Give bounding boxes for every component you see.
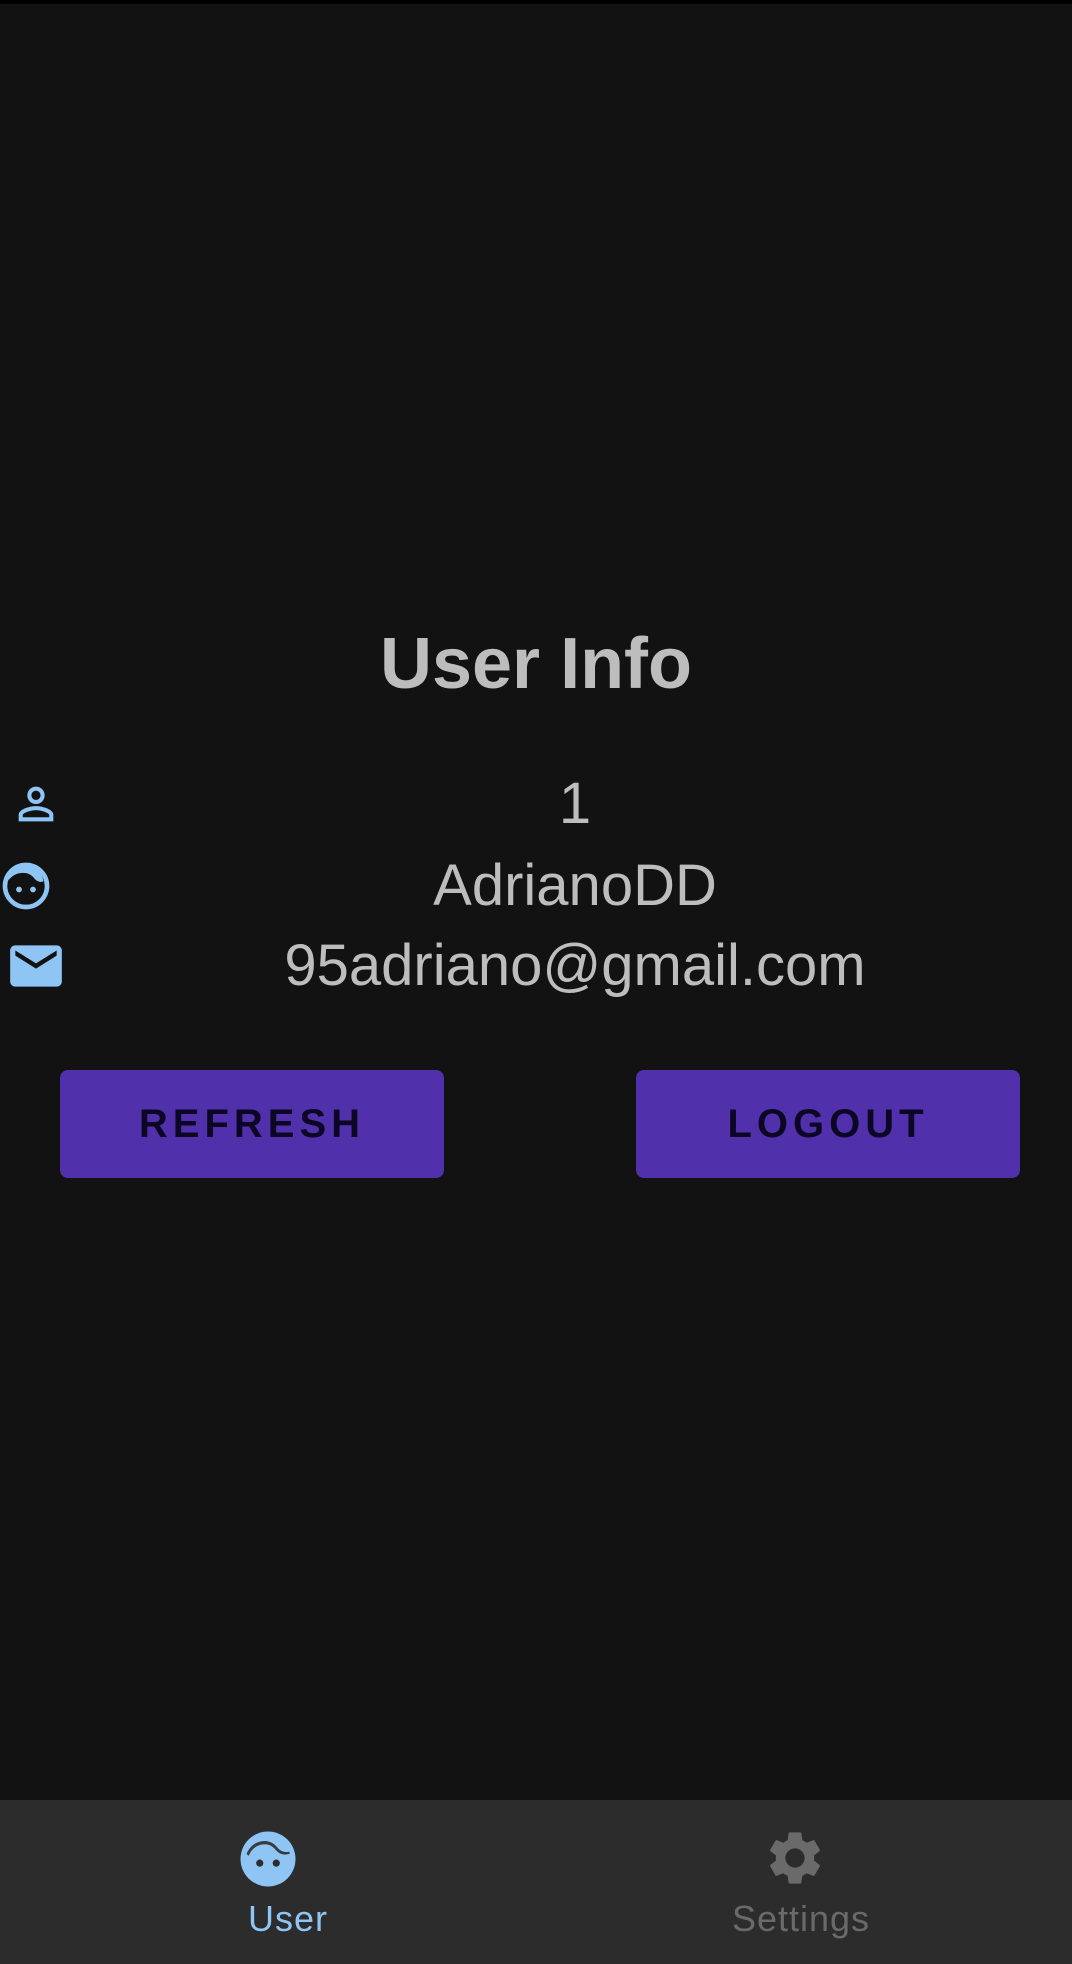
refresh-button[interactable]: REFRESH (60, 1070, 444, 1178)
email-icon (4, 934, 68, 998)
username-row: AdrianoDD (0, 846, 1072, 926)
user-id-value: 1 (558, 771, 592, 836)
email-value: 95adriano@gmail.com (284, 933, 866, 998)
bottom-navigation: User Settings (0, 1800, 1072, 1964)
face-icon (0, 854, 58, 918)
user-id-row: 1 (0, 764, 1072, 844)
email-row: 95adriano@gmail.com (0, 926, 1072, 1006)
user-info-screen: User Info 1 AdrianoDD 95adriano@gmail.co… (0, 0, 1072, 1964)
gear-icon (291, 1826, 827, 1890)
username-value: AdrianoDD (433, 853, 717, 918)
logout-button[interactable]: LOGOUT (636, 1070, 1020, 1178)
nav-item-settings[interactable]: Settings (536, 1800, 1072, 1964)
person-icon (4, 772, 68, 836)
nav-label-settings: Settings (731, 1898, 871, 1939)
page-title: User Info (379, 624, 693, 704)
